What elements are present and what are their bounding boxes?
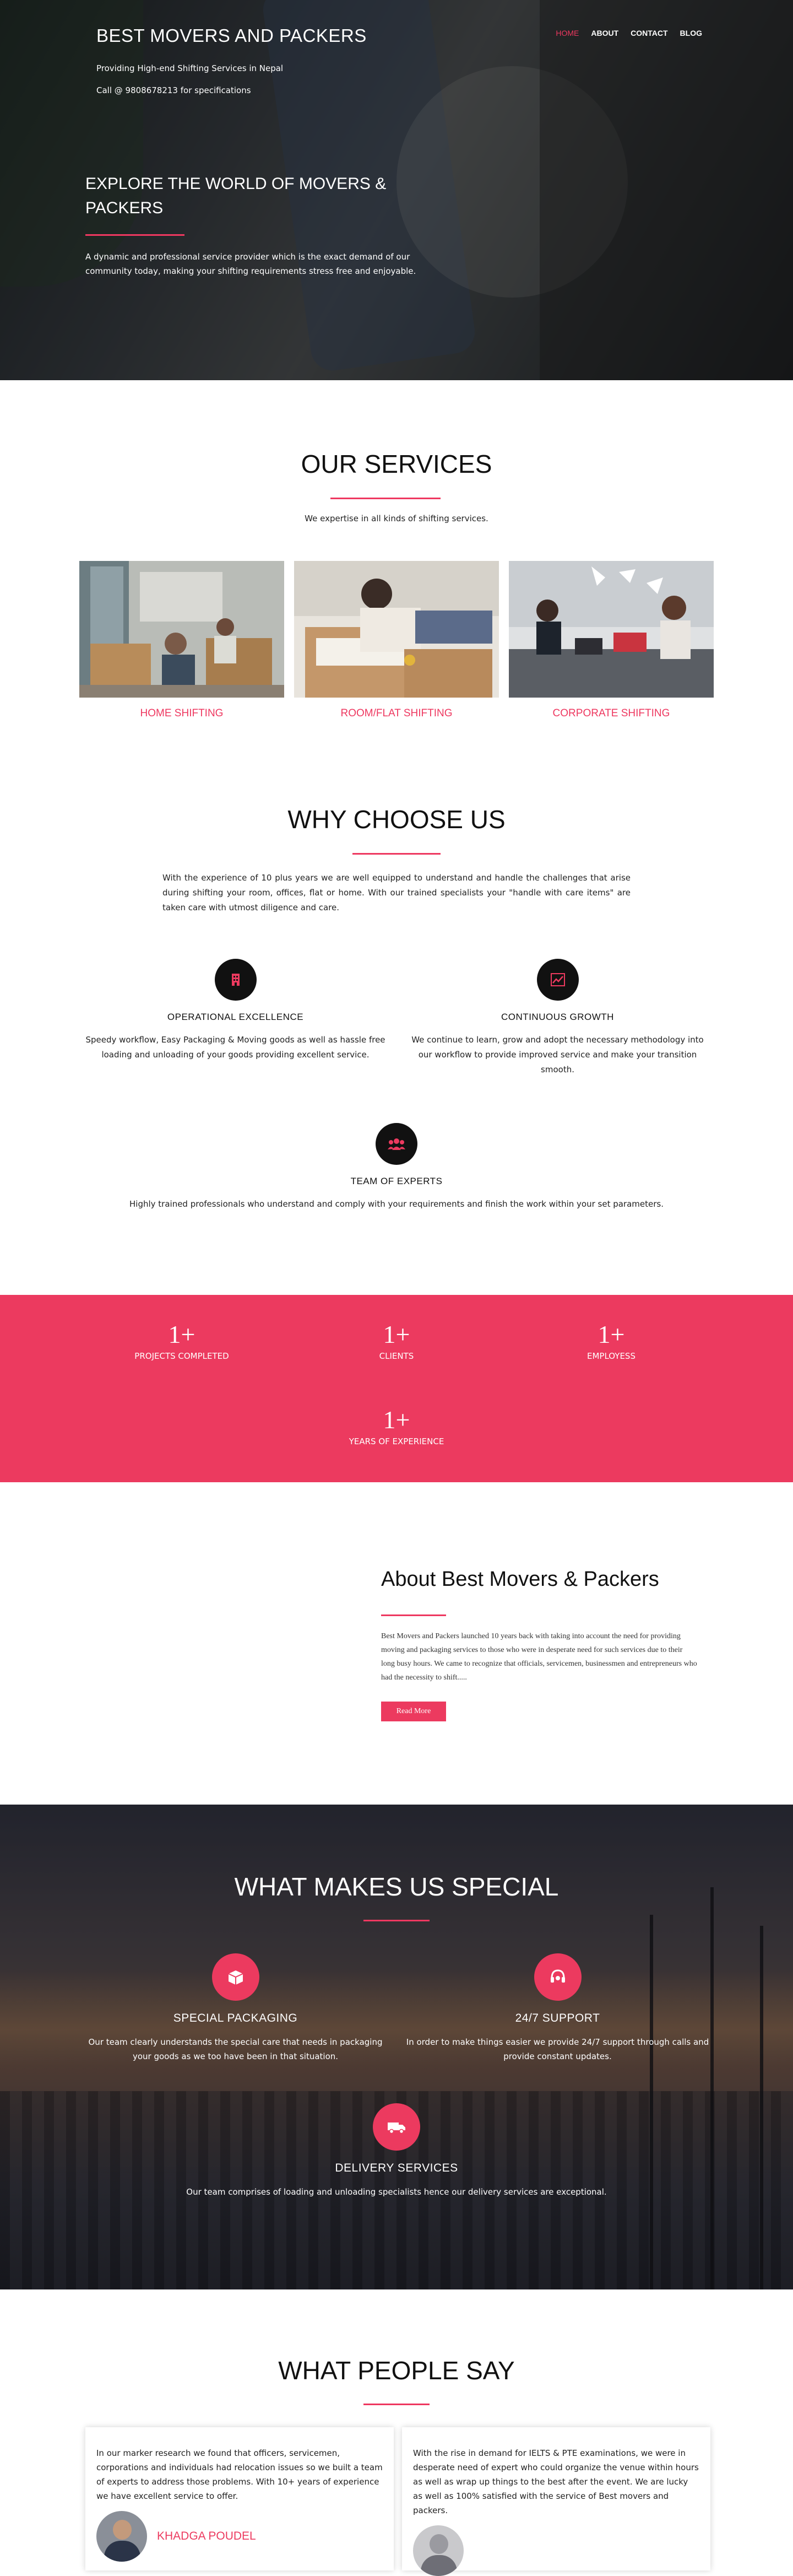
- home-shifting-image: [79, 561, 284, 698]
- hero-banner: BEST MOVERS AND PACKERS Providing High-e…: [0, 0, 793, 380]
- truck-icon: [373, 2103, 420, 2151]
- special-support: 24/7 SUPPORT In order to make things eas…: [405, 1953, 710, 2064]
- stat-label: CLIENTS: [379, 1351, 414, 1361]
- testimonial-text: With the rise in demand for IELTS & PTE …: [413, 2448, 699, 2515]
- service-card-home[interactable]: HOME SHIFTING: [79, 561, 284, 720]
- about-divider: [381, 1614, 446, 1616]
- stat-number: 1+: [383, 1320, 410, 1348]
- stat-projects: 1+ PROJECTS COMPLETED: [99, 1320, 264, 1361]
- room-shifting-image: [294, 561, 499, 698]
- feature-team: TEAM OF EXPERTS Highly trained professio…: [83, 1123, 710, 1212]
- service-label-corporate[interactable]: CORPORATE SHIFTING: [509, 708, 714, 720]
- testimonial-card: With the rise in demand for IELTS & PTE …: [402, 2427, 710, 2576]
- why-intro: With the experience of 10 plus years we …: [162, 873, 631, 912]
- special-item-title: SPECIAL PACKAGING: [173, 2012, 298, 2024]
- nav-contact[interactable]: CONTACT: [631, 29, 667, 37]
- stats-section: 1+ PROJECTS COMPLETED 1+ CLIENTS 1+ EMPL…: [0, 1295, 793, 1482]
- services-section: OUR SERVICES We expertise in all kinds o…: [0, 380, 793, 744]
- testimonials-divider: [363, 2404, 430, 2405]
- service-card-corporate[interactable]: CORPORATE SHIFTING: [509, 561, 714, 720]
- call-info: Call @ 9808678213 for specifications: [96, 85, 251, 95]
- service-label-room[interactable]: ROOM/FLAT SHIFTING: [294, 708, 499, 720]
- nav-home[interactable]: HOME: [556, 29, 579, 37]
- hero-title: EXPLORE THE WORLD OF MOVERS & PACKERS: [85, 175, 387, 217]
- why-section: WHY CHOOSE US With the experience of 10 …: [0, 744, 793, 1295]
- feature-desc: Highly trained professionals who underst…: [129, 1199, 664, 1209]
- nav-blog[interactable]: BLOG: [680, 29, 702, 37]
- team-icon: [376, 1123, 417, 1165]
- stat-number: 1+: [598, 1320, 625, 1348]
- special-packaging: SPECIAL PACKAGING Our team clearly under…: [83, 1953, 388, 2064]
- testimonial-author: KHADGA POUDEL: [96, 2511, 383, 2562]
- stat-number: 1+: [168, 1320, 195, 1348]
- hero-description: A dynamic and professional service provi…: [85, 252, 416, 276]
- services-title: OUR SERVICES: [301, 450, 492, 478]
- feature-operational: OPERATIONAL EXCELLENCE Speedy workflow, …: [83, 959, 388, 1062]
- special-delivery: DELIVERY SERVICES Our team comprises of …: [83, 2103, 710, 2199]
- special-title: WHAT MAKES US SPECIAL: [234, 1872, 559, 1901]
- services-subtitle: We expertise in all kinds of shifting se…: [305, 514, 488, 523]
- service-label-home[interactable]: HOME SHIFTING: [79, 708, 284, 720]
- why-divider: [352, 853, 441, 855]
- building-icon: [214, 959, 257, 1001]
- brand-logo[interactable]: BEST MOVERS AND PACKERS: [96, 25, 367, 46]
- stat-number: 1+: [383, 1406, 410, 1434]
- service-card-room[interactable]: ROOM/FLAT SHIFTING: [294, 561, 499, 720]
- nav-about[interactable]: ABOUT: [591, 29, 618, 37]
- stat-employees: 1+ EMPLOYESS: [529, 1320, 694, 1361]
- hero-divider: [85, 234, 184, 236]
- tagline: Providing High-end Shifting Services in …: [96, 63, 284, 73]
- special-item-desc: Our team comprises of loading and unload…: [186, 2187, 607, 2197]
- main-nav: HOME ABOUT CONTACT BLOG: [556, 29, 702, 37]
- corporate-shifting-image: [509, 561, 714, 698]
- special-item-title: DELIVERY SERVICES: [335, 2162, 458, 2174]
- special-divider: [363, 1920, 430, 1921]
- testimonial-author: [413, 2525, 699, 2576]
- testimonial-name: KHADGA POUDEL: [157, 2530, 256, 2542]
- feature-title: CONTINUOUS GROWTH: [501, 1012, 614, 1022]
- testimonials-title: WHAT PEOPLE SAY: [278, 2356, 515, 2385]
- headset-icon: [534, 1953, 582, 2001]
- stat-label: EMPLOYESS: [587, 1351, 636, 1361]
- special-item-desc: Our team clearly understands the special…: [88, 2037, 383, 2061]
- feature-title: TEAM OF EXPERTS: [350, 1176, 443, 1186]
- stat-clients: 1+ CLIENTS: [314, 1320, 479, 1361]
- testimonial-text: In our marker research we found that off…: [96, 2448, 383, 2501]
- special-item-title: 24/7 SUPPORT: [515, 2012, 600, 2024]
- stat-label: PROJECTS COMPLETED: [134, 1351, 229, 1361]
- about-section: About Best Movers & Packers Best Movers …: [0, 1482, 793, 1805]
- package-icon: [211, 1953, 259, 2001]
- testimonials-section: WHAT PEOPLE SAY In our marker research w…: [0, 2289, 793, 2576]
- stat-label: YEARS OF EXPERIENCE: [349, 1436, 444, 1446]
- why-title: WHY CHOOSE US: [287, 805, 506, 834]
- avatar: [413, 2525, 464, 2576]
- feature-desc: We continue to learn, grow and adopt the…: [411, 1035, 704, 1074]
- avatar: [96, 2511, 147, 2562]
- services-divider: [330, 498, 441, 499]
- about-title: About Best Movers & Packers: [381, 1568, 659, 1591]
- about-text: Best Movers and Packers launched 10 year…: [381, 1632, 697, 1682]
- stat-years: 1+ YEARS OF EXPERIENCE: [314, 1405, 479, 1446]
- special-item-desc: In order to make things easier we provid…: [406, 2037, 709, 2061]
- chart-growth-icon: [536, 959, 579, 1001]
- read-more-button[interactable]: Read More: [381, 1702, 446, 1721]
- feature-growth: CONTINUOUS GROWTH We continue to learn, …: [405, 959, 710, 1077]
- testimonial-card: In our marker research we found that off…: [85, 2427, 394, 2570]
- feature-title: OPERATIONAL EXCELLENCE: [167, 1012, 304, 1022]
- special-section: WHAT MAKES US SPECIAL SPECIAL PACKAGING …: [0, 1805, 793, 2289]
- feature-desc: Speedy workflow, Easy Packaging & Moving…: [85, 1035, 385, 1060]
